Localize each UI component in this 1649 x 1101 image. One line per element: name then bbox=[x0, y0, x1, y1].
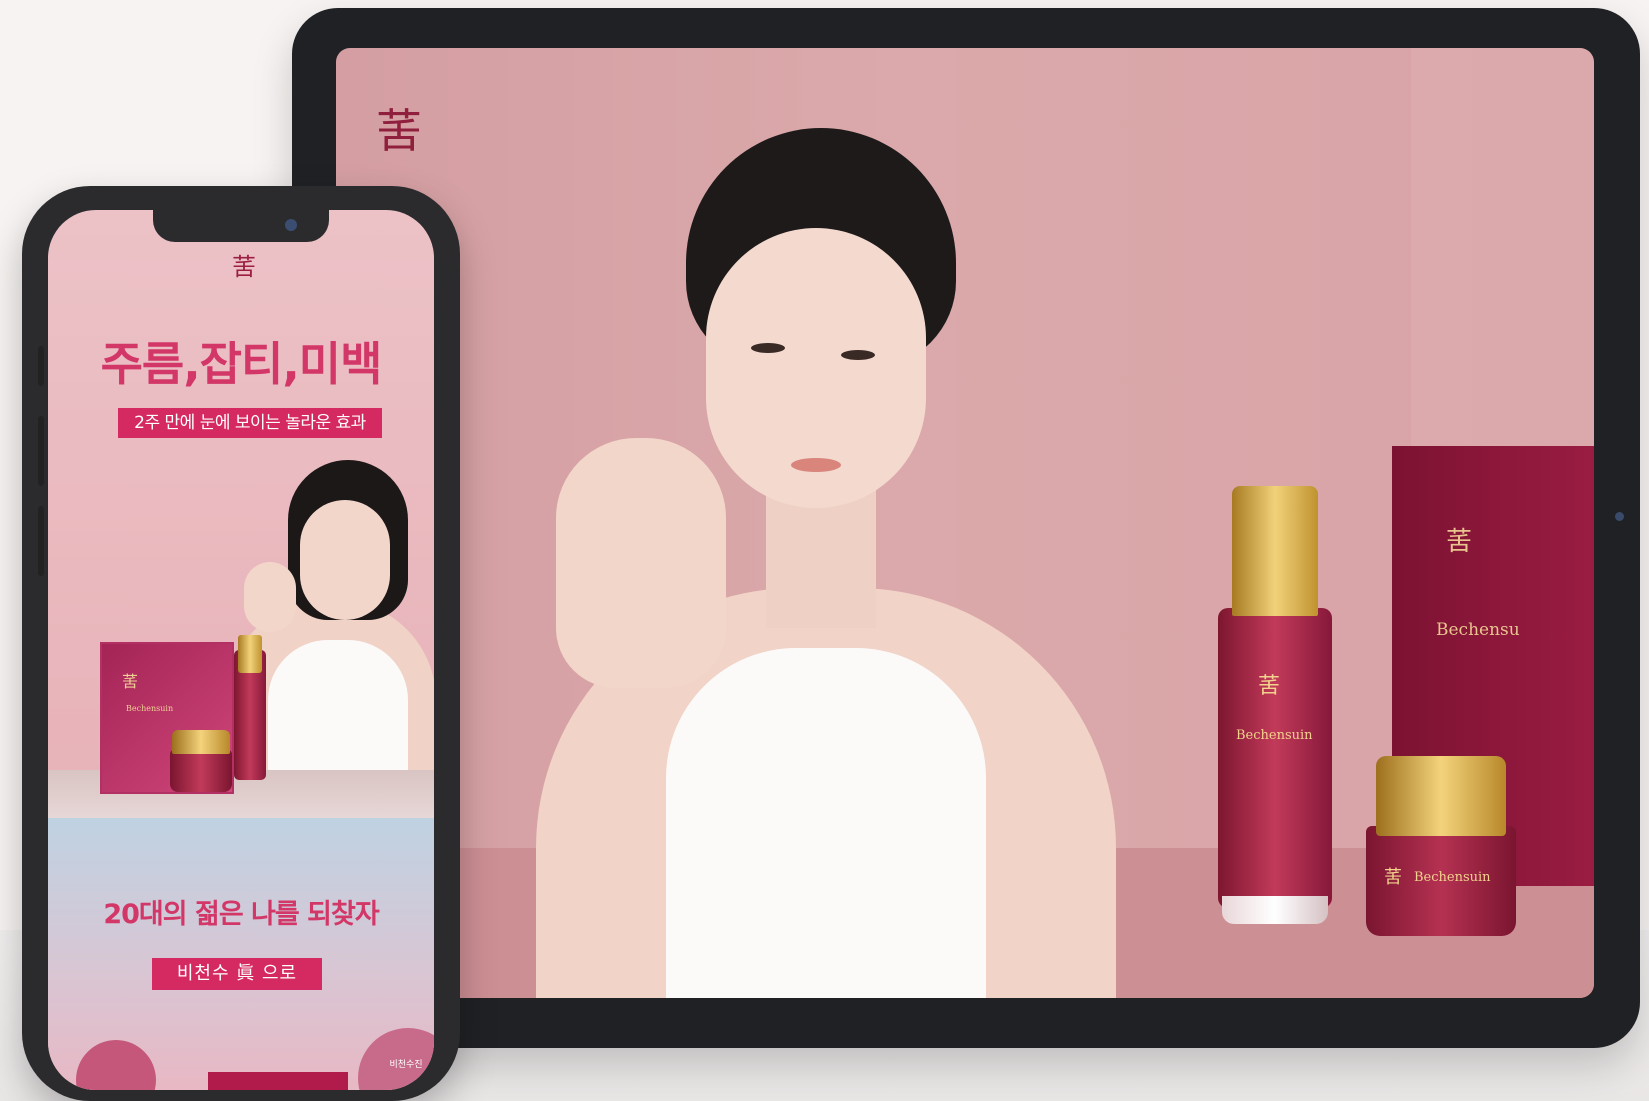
product-bottle bbox=[1218, 608, 1332, 908]
phone-camera-icon bbox=[285, 219, 297, 231]
model-lips bbox=[791, 458, 841, 472]
phone-headline: 주름,잡티,미백 bbox=[100, 337, 383, 391]
phone-product-bottle-cap bbox=[238, 635, 262, 673]
phone-subheadline-badge: 2주 만에 눈에 보이는 놀라운 효과 bbox=[118, 408, 382, 438]
tablet-model-photo bbox=[456, 88, 1156, 998]
product-jar-logo: 䒷 bbox=[1384, 867, 1402, 888]
model-neck bbox=[766, 488, 876, 628]
product-jar-brand: Bechensuin bbox=[1414, 870, 1491, 885]
product-bottle-brand: Bechensuin bbox=[1236, 728, 1313, 743]
tablet-screen: 䒷 䒷 Bechensu 䒷 Bechensuin 䒷 Bechensuin bbox=[336, 48, 1594, 998]
phone-brand-logo: 䒷 bbox=[232, 253, 256, 281]
model-hand bbox=[556, 438, 726, 688]
tablet-device: 䒷 䒷 Bechensu 䒷 Bechensuin 䒷 Bechensuin bbox=[292, 8, 1640, 1048]
product-bottle-logo: 䒷 bbox=[1258, 674, 1281, 699]
model-left-eye bbox=[751, 343, 785, 353]
phone-screen: 䒷 주름,잡티,미백 2주 만에 눈에 보이는 놀라운 효과 䒷 Bechens… bbox=[48, 210, 434, 1090]
phone-volume-up-button bbox=[38, 416, 44, 486]
phone-mute-switch bbox=[38, 346, 44, 386]
phone-volume-down-button bbox=[38, 506, 44, 576]
phone-product-jar bbox=[170, 750, 232, 792]
tablet-camera-icon bbox=[1615, 512, 1624, 521]
phone-cta-button[interactable]: 비천수 眞 으로 bbox=[152, 958, 322, 990]
phone-product-box-logo: 䒷 bbox=[122, 672, 139, 691]
phone-model-hand bbox=[244, 562, 296, 632]
phone-circle-caption: 비천수진 bbox=[389, 1060, 423, 1070]
phone-notch bbox=[153, 210, 329, 242]
phone-device: 䒷 주름,잡티,미백 2주 만에 눈에 보이는 놀라운 효과 䒷 Bechens… bbox=[22, 186, 460, 1101]
phone-model-top bbox=[268, 640, 408, 790]
phone-slogan: 20대의 젊은 나를 되찾자 bbox=[103, 899, 379, 930]
model-white-top bbox=[666, 648, 986, 998]
product-jar-lid bbox=[1376, 756, 1506, 836]
phone-product-jar-lid bbox=[172, 730, 230, 754]
phone-model-face bbox=[300, 500, 390, 620]
product-bottle-base bbox=[1222, 896, 1328, 924]
model-right-eye bbox=[841, 350, 875, 360]
phone-bottom-bar bbox=[208, 1072, 348, 1090]
product-bottle-cap bbox=[1232, 486, 1318, 616]
phone-product-box-brand: Bechensuin bbox=[126, 704, 174, 713]
product-box-logo: 䒷 bbox=[1446, 527, 1473, 557]
product-box-brand: Bechensu bbox=[1436, 620, 1520, 640]
